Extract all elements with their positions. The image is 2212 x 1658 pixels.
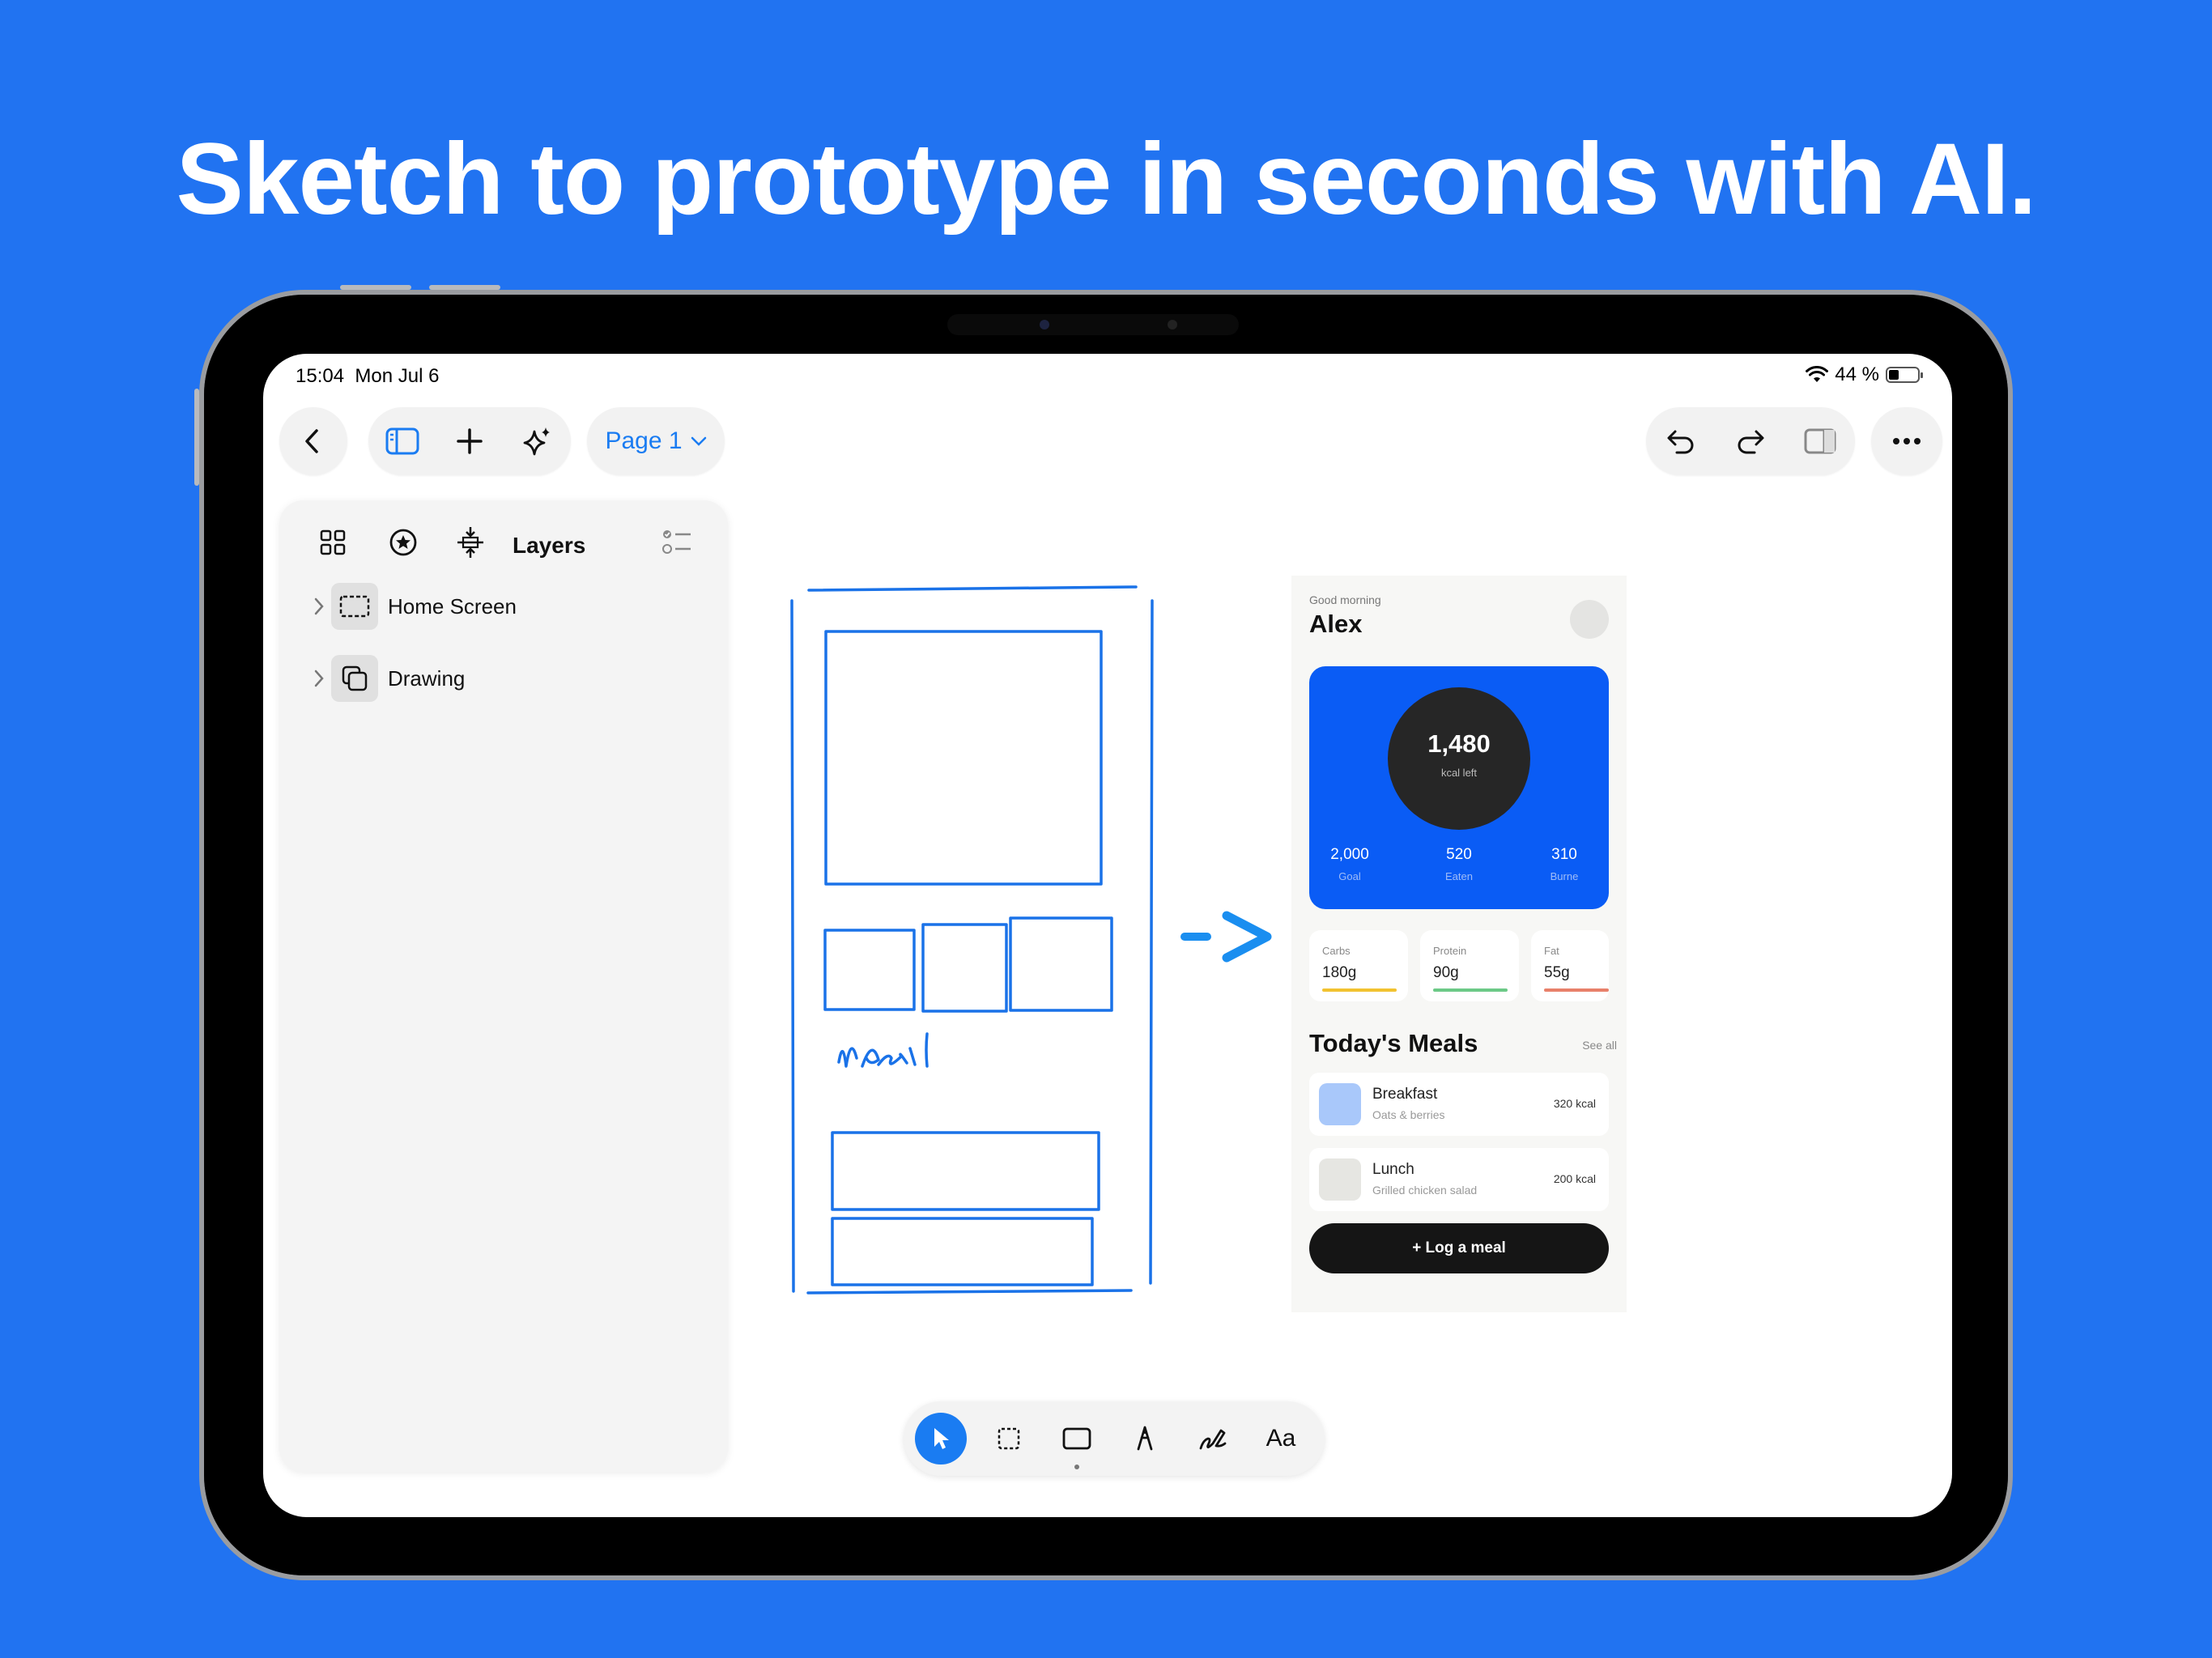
battery-percent: 44 %	[1835, 363, 1879, 385]
wireframe-sketch[interactable]	[263, 354, 1154, 1325]
status-indicators: 44 %	[1806, 363, 1923, 386]
wifi-icon	[1806, 366, 1829, 382]
pointer-tool[interactable]	[915, 1413, 967, 1465]
ipad-screen: 15:04 Mon Jul 6 44 % Page 1 Layers Home …	[263, 354, 1952, 1517]
sketch-card-3	[1009, 916, 1113, 1012]
stat-label: Burne	[1550, 870, 1579, 882]
macro-bar	[1544, 988, 1609, 992]
stat-eaten: 520 Eaten	[1427, 846, 1491, 882]
pen-icon	[1137, 1426, 1153, 1451]
stat-goal: 2,000 Goal	[1317, 846, 1382, 882]
calorie-summary-card: 1,480 kcal left 2,000 Goal 520 Eaten 310…	[1309, 666, 1609, 909]
greeting-text: Good morning	[1309, 593, 1381, 606]
stat-label: Eaten	[1445, 870, 1473, 882]
more-icon	[1893, 438, 1921, 444]
headline: Sketch to prototype in seconds with AI.	[176, 123, 2037, 236]
kcal-label: kcal left	[1440, 767, 1478, 779]
macro-label: Fat	[1544, 945, 1559, 957]
sketch-card-2	[921, 923, 1008, 1013]
macro-value: 90g	[1433, 964, 1459, 981]
log-meal-button[interactable]: + Log a meal	[1309, 1223, 1609, 1273]
text-tool[interactable]: Aa	[1255, 1413, 1307, 1465]
macro-value: 55g	[1544, 964, 1570, 981]
redo-button[interactable]	[1726, 417, 1775, 466]
arrow-icon	[1180, 911, 1272, 963]
inspector-toggle-button[interactable]	[1796, 417, 1844, 466]
sensor-icon	[1168, 320, 1177, 329]
meal-thumbnail	[1319, 1083, 1361, 1125]
macro-bar	[1433, 988, 1508, 992]
kcal-value: 1,480	[1427, 729, 1491, 758]
macro-bar	[1322, 988, 1397, 992]
sketch-card-1	[823, 929, 916, 1011]
meal-description: Oats & berries	[1372, 1108, 1445, 1121]
sketch-frame-left	[790, 599, 795, 1293]
user-name: Alex	[1309, 610, 1363, 638]
rectangle-icon	[1062, 1427, 1091, 1450]
meal-thumbnail	[1319, 1158, 1361, 1201]
stat-value: 520	[1446, 846, 1472, 863]
meals-section-title: Today's Meals	[1309, 1029, 1478, 1057]
meal-row-breakfast[interactable]: Breakfast Oats & berries 320 kcal	[1309, 1073, 1609, 1136]
camera-icon	[1040, 320, 1049, 329]
pointer-icon	[934, 1428, 949, 1449]
macro-label: Carbs	[1322, 945, 1351, 957]
pencil-tool[interactable]	[1187, 1413, 1239, 1465]
meal-name: Breakfast	[1372, 1086, 1438, 1103]
macro-card-fat: Fat 55g	[1531, 930, 1609, 1001]
meal-kcal: 320 kcal	[1553, 1097, 1596, 1110]
stat-label: Goal	[1338, 870, 1361, 882]
stat-value: 310	[1551, 846, 1577, 863]
avatar[interactable]	[1570, 600, 1609, 639]
marquee-tool[interactable]	[983, 1413, 1035, 1465]
battery-icon	[1886, 367, 1923, 383]
drawing-toolbar: Aa	[904, 1401, 1325, 1476]
history-pill	[1646, 407, 1855, 475]
pen-tool[interactable]	[1119, 1413, 1171, 1465]
rectangle-tool[interactable]	[1051, 1413, 1103, 1469]
macro-card-carbs: Carbs 180g	[1309, 930, 1408, 1001]
more-button[interactable]	[1871, 407, 1942, 475]
macro-value: 180g	[1322, 964, 1357, 981]
undo-button[interactable]	[1657, 417, 1705, 466]
prototype-preview[interactable]: Good morning Alex 1,480 kcal left 2,000 …	[1291, 576, 1627, 1312]
sketch-frame-bottom	[806, 1289, 1133, 1295]
marquee-icon	[998, 1427, 1020, 1450]
meal-description: Grilled chicken salad	[1372, 1184, 1478, 1197]
sketch-row-2	[831, 1217, 1094, 1286]
meal-name: Lunch	[1372, 1161, 1414, 1178]
redo-icon	[1738, 430, 1764, 454]
macro-label: Protein	[1433, 945, 1467, 957]
camera-strip	[947, 314, 1239, 335]
meal-kcal: 200 kcal	[1553, 1172, 1596, 1185]
meal-row-lunch[interactable]: Lunch Grilled chicken salad 200 kcal	[1309, 1148, 1609, 1211]
macro-card-protein: Protein 90g	[1420, 930, 1519, 1001]
stat-burned: 310 Burne	[1532, 846, 1597, 882]
calorie-ring: 1,480 kcal left	[1388, 687, 1530, 830]
active-dot	[1074, 1465, 1079, 1469]
see-all-link[interactable]: See all	[1582, 1039, 1617, 1052]
stat-value: 2,000	[1330, 846, 1369, 863]
sketch-handwriting	[837, 1032, 929, 1068]
sketch-hero-box	[824, 630, 1103, 886]
pencil-icon	[1199, 1429, 1227, 1450]
sketch-row-1	[831, 1131, 1100, 1211]
inspector-panel-icon	[1804, 428, 1836, 454]
sketch-frame-top	[807, 585, 1138, 592]
sketch-frame-right	[1149, 599, 1154, 1285]
undo-icon	[1667, 430, 1694, 454]
